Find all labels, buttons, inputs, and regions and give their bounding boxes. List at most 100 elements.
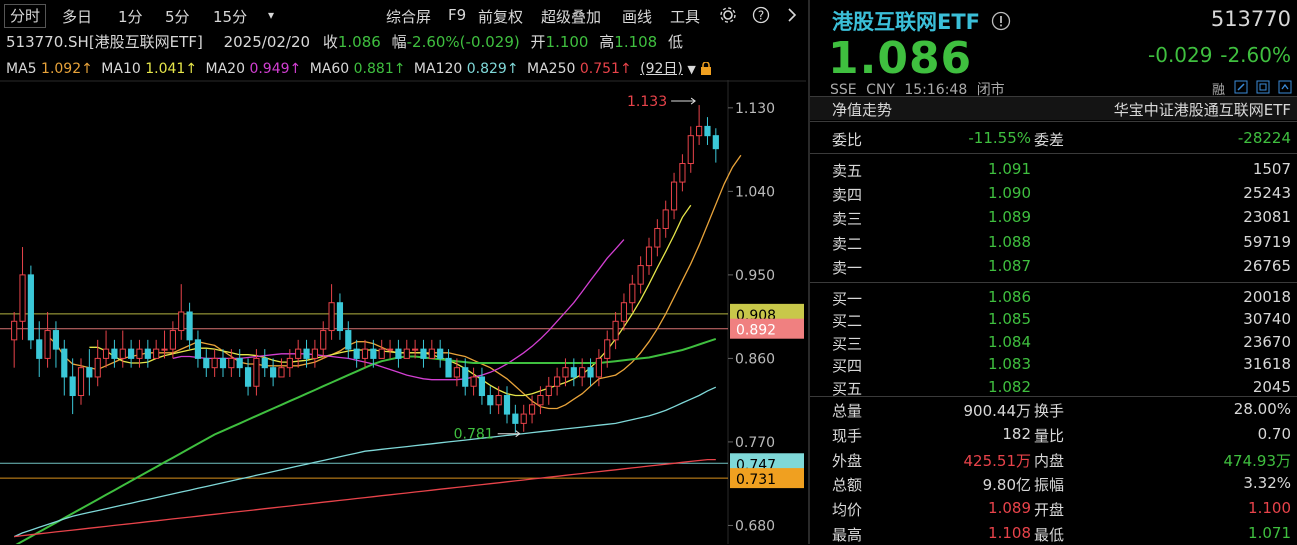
tab-5min[interactable]: 5分 [165,6,190,27]
candle[interactable] [69,358,76,415]
candle[interactable] [637,256,644,294]
candle[interactable] [295,339,302,368]
candle[interactable] [437,339,444,368]
candle-body [645,246,653,267]
candle[interactable] [512,404,519,433]
candle[interactable] [520,404,527,432]
candle[interactable] [662,200,669,238]
candle[interactable] [403,339,410,359]
stat-value: 1.089 [988,499,1031,518]
candle[interactable] [687,126,694,173]
candle[interactable] [144,339,151,368]
candle[interactable] [311,339,318,368]
candle[interactable] [203,349,210,377]
candle[interactable] [487,386,494,415]
candle[interactable] [503,386,511,424]
candle[interactable] [462,358,469,396]
candle[interactable] [679,154,686,192]
candle[interactable] [211,349,218,377]
chevron-down-icon[interactable]: ▾ [268,8,274,22]
candle[interactable] [712,128,719,163]
candle-body [428,348,435,359]
candle[interactable] [86,349,93,396]
candle[interactable] [236,349,243,377]
info-icon[interactable] [991,11,1011,31]
candle[interactable] [36,321,43,377]
tab-multi-day[interactable]: 多日 [62,6,92,27]
adjust-button[interactable]: 前复权 [478,6,523,27]
candle-body [77,367,85,397]
period-selector[interactable]: (92日) [640,61,683,77]
kline-panel[interactable]: 分时 多日 1分 5分 15分 ▾ 综合屏 F9 前复权 超级叠加 画线 工具 … [0,0,806,544]
pencil-icon[interactable] [1234,80,1248,94]
overlay-button[interactable]: 超级叠加 [541,6,601,27]
tab-1min[interactable]: 1分 [118,6,143,27]
tab-fenshi[interactable]: 分时 [4,4,47,28]
candle[interactable] [61,339,68,396]
candle-body [253,357,260,387]
candle[interactable] [11,312,18,368]
candle-body [595,357,602,378]
candle[interactable] [645,237,653,275]
ask-row: 卖三 1.089 23081 [810,206,1297,229]
candle[interactable] [386,339,394,359]
nav-row[interactable]: 净值走势 华宝中证港股通互联网ETF [810,97,1297,120]
candle[interactable] [478,367,486,405]
kline-chart[interactable]: 0.9080.8920.7470.731 1.130 1.040 0.950 0.86… [0,80,806,544]
candle[interactable] [336,293,344,340]
candle-body [637,265,644,285]
candle[interactable] [178,284,185,340]
candle[interactable] [470,367,477,396]
candles[interactable] [11,105,719,433]
candle-body [178,311,185,332]
gear-icon[interactable] [719,6,737,24]
candle[interactable] [654,219,661,257]
candle[interactable] [428,339,435,359]
candle[interactable] [629,274,636,312]
candle[interactable] [545,376,552,405]
candle[interactable] [395,339,402,368]
candle[interactable] [153,339,160,359]
candle[interactable] [612,312,619,350]
ask-volume: 25243 [1243,184,1291,203]
candle[interactable] [19,247,26,340]
candle[interactable] [328,284,335,340]
candle[interactable] [378,339,385,359]
f9-button[interactable]: F9 [448,6,466,24]
candle[interactable] [320,321,327,359]
nav-label[interactable]: 净值走势 [832,99,892,120]
candle-body [370,348,377,359]
candle[interactable] [194,330,202,368]
candle[interactable] [261,349,268,377]
ask-price: 1.087 [988,256,1031,275]
candle[interactable] [27,265,34,350]
candle[interactable] [361,339,369,368]
tab-15min[interactable]: 15分 [213,6,247,27]
lock-icon[interactable] [700,61,712,75]
candle[interactable] [353,339,360,368]
share-icon[interactable] [1278,80,1292,94]
candle[interactable] [186,302,193,350]
candle[interactable] [704,117,711,145]
candle[interactable] [270,358,277,387]
stat-value: 425.51万 [963,451,1032,470]
candle[interactable] [219,349,227,377]
candle[interactable] [696,105,703,145]
tools-button[interactable]: 工具 [670,6,700,27]
composite-screen-button[interactable]: 综合屏 [386,6,431,27]
candle[interactable] [554,367,561,396]
candle[interactable] [102,330,110,368]
quote-panel: 港股互联网ETF 513770 1.086 -0.029 -2.60% SSE … [808,0,1297,544]
stat-label: 开盘 [1034,501,1065,520]
candle[interactable] [670,172,678,220]
candle[interactable] [44,312,51,368]
ma-line-ma60 [15,337,717,544]
bid-price: 1.085 [988,310,1031,329]
chevron-right-icon[interactable] [785,7,799,23]
candle[interactable] [345,321,352,359]
candle[interactable] [420,339,427,368]
question-icon[interactable]: ? [752,6,770,24]
draw-button[interactable]: 画线 [622,6,652,27]
candle[interactable] [161,330,168,359]
copy-icon[interactable] [1256,80,1270,94]
